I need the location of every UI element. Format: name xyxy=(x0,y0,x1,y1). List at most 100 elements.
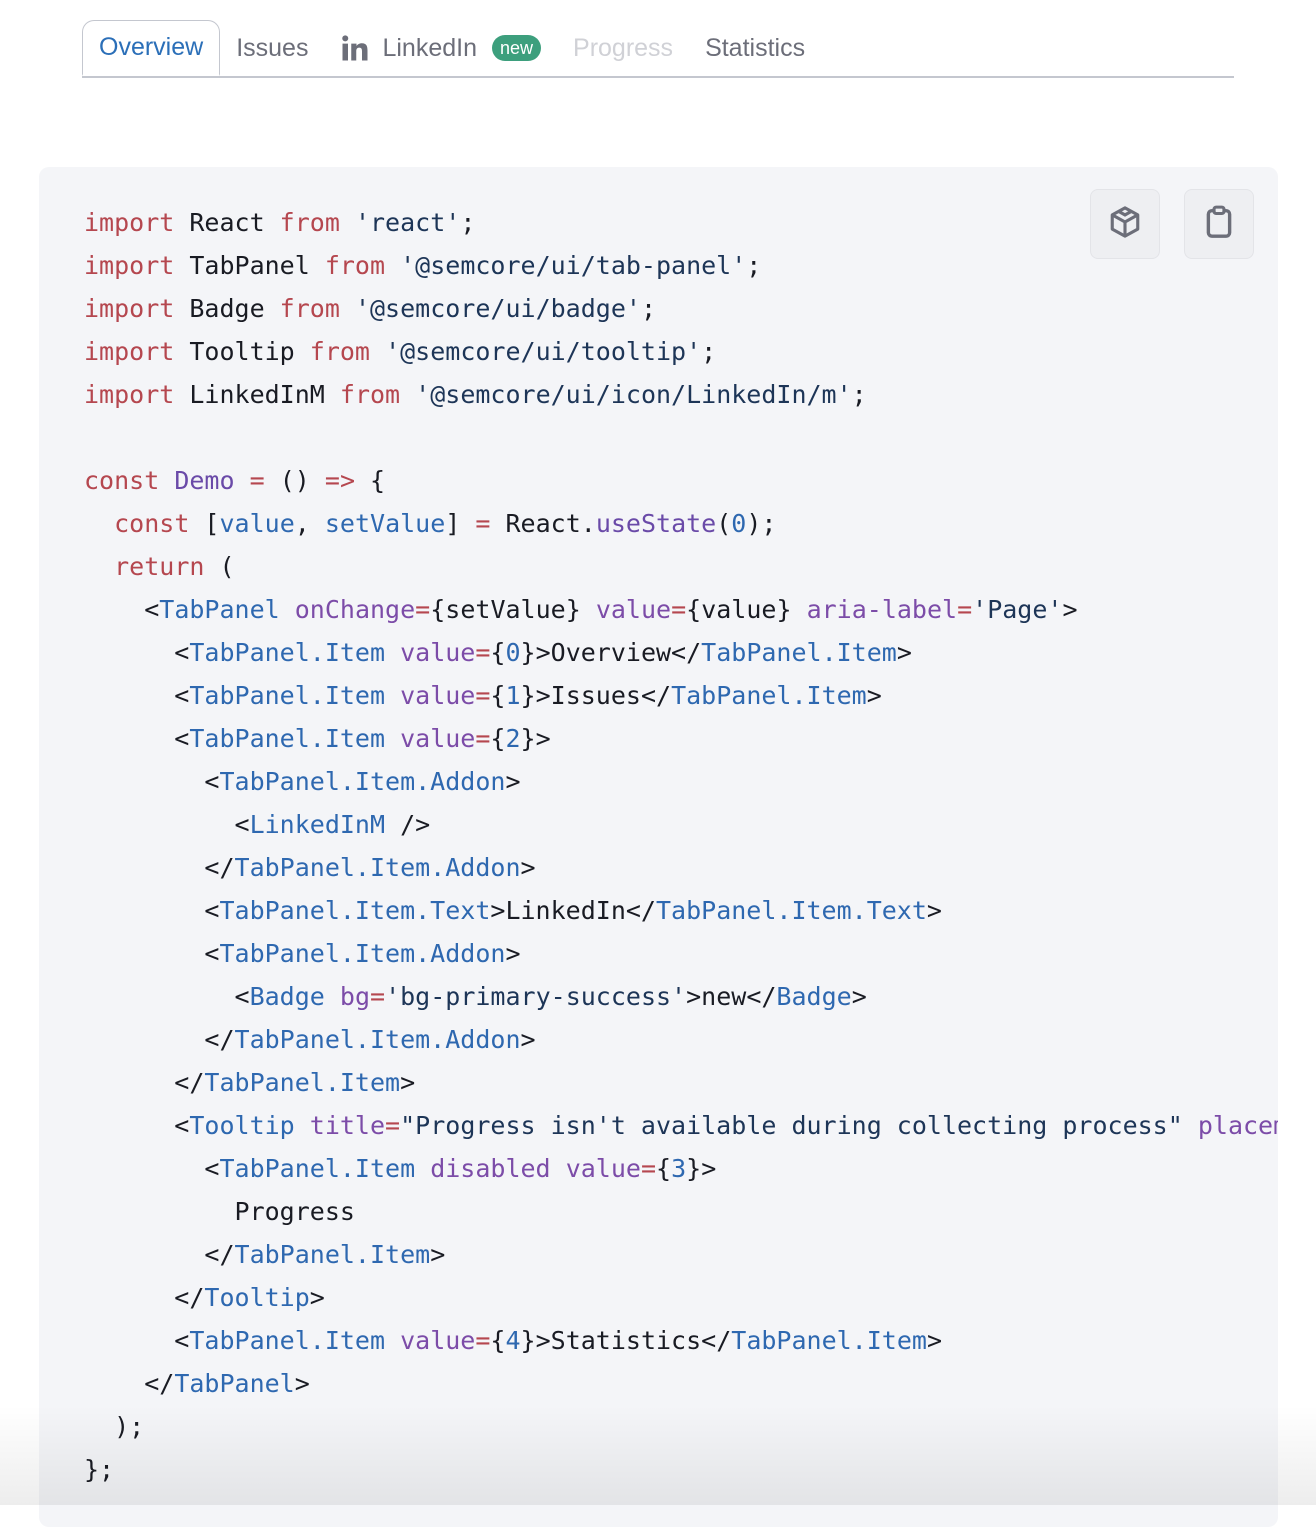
code-token: TabPanel.Item.Text xyxy=(655,896,927,925)
code-token: = xyxy=(370,982,386,1011)
code-token: LinkedInM xyxy=(174,380,340,409)
code-token: > xyxy=(926,1326,942,1355)
code-line: import LinkedInM from '@semcore/ui/icon/… xyxy=(84,373,1278,416)
code-token: setValue xyxy=(324,509,446,538)
code-block: import React from 'react'; import TabPane… xyxy=(39,167,1278,1527)
code-token: Badge xyxy=(174,294,280,323)
code-token: import xyxy=(84,208,175,237)
code-token: { xyxy=(490,724,506,753)
code-token: LinkedInM xyxy=(249,810,386,839)
code-line: <TabPanel.Item.Addon> xyxy=(84,760,1278,803)
code-token: }> xyxy=(520,724,551,753)
code-token: }; xyxy=(84,1455,115,1484)
code-token: '@semcore/ui/icon/LinkedIn/m' xyxy=(415,380,852,409)
code-line: </TabPanel.Item.Addon> xyxy=(84,1018,1278,1061)
code-line: <LinkedInM /> xyxy=(84,803,1278,846)
code-token: ); xyxy=(84,1412,145,1441)
copy-code-button[interactable] xyxy=(1184,189,1254,259)
code-token: from xyxy=(324,251,386,280)
code-token: value xyxy=(400,724,476,753)
code-token: > xyxy=(294,1369,310,1398)
code-token: ] xyxy=(445,509,476,538)
tab-overview[interactable]: Overview xyxy=(82,20,221,76)
code-token: TabPanel xyxy=(159,595,280,624)
code-token: 0 xyxy=(731,509,747,538)
code-token: > xyxy=(505,939,521,968)
tab-label: Statistics xyxy=(705,33,806,62)
code-token: ( xyxy=(204,552,235,581)
code-token: = xyxy=(671,595,687,624)
tab-label: Issues xyxy=(236,33,309,62)
tab-label: Overview xyxy=(99,33,204,61)
clipboard-icon xyxy=(1204,205,1234,244)
code-token: '@semcore/ui/badge' xyxy=(354,294,641,323)
code-line: ); xyxy=(84,1405,1278,1448)
code-token: 1 xyxy=(505,681,521,710)
code-token: ( xyxy=(716,509,732,538)
code-token: value xyxy=(400,638,476,667)
open-in-sandbox-button[interactable] xyxy=(1090,189,1160,259)
code-token: < xyxy=(84,896,220,925)
tab-linkedin[interactable]: LinkedIn new xyxy=(324,20,557,76)
code-token: </ xyxy=(84,853,235,882)
code-token: Tooltip xyxy=(189,1111,295,1140)
code-token: from xyxy=(309,337,370,366)
code-token: Demo xyxy=(174,466,235,495)
tab-statistics[interactable]: Statistics xyxy=(689,20,821,76)
code-token: import xyxy=(84,380,175,409)
code-line: </TabPanel.Item> xyxy=(84,1061,1278,1104)
code-token: ); xyxy=(746,509,777,538)
code-token: ; xyxy=(746,251,762,280)
code-token: 2 xyxy=(505,724,521,753)
code-token: useState xyxy=(595,509,717,538)
code-token: = xyxy=(957,595,973,624)
code-token: Tooltip xyxy=(204,1283,310,1312)
code-token: TabPanel.Item xyxy=(189,638,386,667)
code-line: </TabPanel> xyxy=(84,1362,1278,1405)
code-line: <TabPanel.Item value={4}>Statistics</Tab… xyxy=(84,1319,1278,1362)
code-token: , xyxy=(294,509,325,538)
code-line: }; xyxy=(84,1448,1278,1491)
code-token: {setValue} xyxy=(430,595,596,624)
code-token: placement xyxy=(1197,1111,1278,1140)
code-token: > xyxy=(309,1283,325,1312)
code-token: TabPanel xyxy=(174,251,325,280)
code-line: Progress xyxy=(84,1190,1278,1233)
code-token: = xyxy=(415,595,431,624)
code-token: 'Page' xyxy=(972,595,1063,624)
code-token: > xyxy=(1062,595,1078,624)
code-line: <TabPanel.Item.Text>LinkedIn</TabPanel.I… xyxy=(84,889,1278,932)
code-token: [ xyxy=(189,509,220,538)
code-token: value xyxy=(565,1154,641,1183)
code-line: <Badge bg='bg-primary-success'>new</Badg… xyxy=(84,975,1278,1018)
code-token: = xyxy=(249,466,265,495)
code-line: return ( xyxy=(84,545,1278,588)
code-token: value xyxy=(400,681,476,710)
code-token: < xyxy=(84,810,250,839)
code-token: = xyxy=(640,1154,657,1183)
code-line: <TabPanel.Item value={0}>Overview</TabPa… xyxy=(84,631,1278,674)
code-token: </ xyxy=(84,1283,205,1312)
code-token: TabPanel.Item.Text xyxy=(219,896,491,925)
code-token: 'react' xyxy=(354,208,461,237)
code-token: > xyxy=(400,1068,416,1097)
tab-issues[interactable]: Issues xyxy=(220,20,324,76)
code-token: 4 xyxy=(505,1326,521,1355)
code-token: >LinkedIn</ xyxy=(490,896,656,925)
code-line: <TabPanel onChange={setValue} value={val… xyxy=(84,588,1278,631)
code-token: < xyxy=(84,595,160,624)
code-token: = xyxy=(385,1111,401,1140)
code-token: import xyxy=(84,251,175,280)
code-token: = xyxy=(475,681,491,710)
code-token: }>Issues</ xyxy=(520,681,672,710)
code-line: <TabPanel.Item.Addon> xyxy=(84,932,1278,975)
code-token: bg xyxy=(339,982,371,1011)
